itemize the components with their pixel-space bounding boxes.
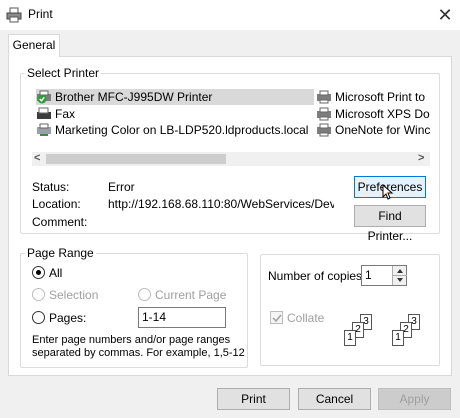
location-label: Location: [32,197,81,211]
copies-spinner[interactable] [392,266,407,285]
printer-name: OneNote for Winc [335,123,430,137]
radio-current-page-label: Current Page [155,288,227,302]
find-printer-button[interactable]: Find Printer... [354,205,426,243]
number-of-copies-label: Number of copies: [268,269,366,283]
printer-icon [316,107,332,121]
printer-item-brother[interactable]: Brother MFC-J995DW Printer [36,89,314,105]
printer-name: Microsoft Print to [335,90,426,104]
location-value: http://192.168.68.110:80/WebServices/Dev… [108,197,334,211]
checkmark-icon [272,314,282,323]
select-printer-legend: Select Printer [27,66,100,80]
network-printer-icon [36,123,52,137]
radio-all-label: All [49,266,63,280]
collate-illustration-set1: 3 2 1 [336,314,382,350]
radio-current-page [138,288,151,301]
page-range-legend: Page Range [27,246,94,260]
apply-button: Apply [378,388,451,410]
collate-label: Collate [287,311,325,325]
fax-icon [36,107,52,121]
close-icon: ✕ [437,5,453,25]
printer-name: Microsoft XPS Doc [335,107,430,121]
title-bar [0,0,460,30]
printer-item-microsoft-xps[interactable]: Microsoft XPS Doc [316,106,430,122]
printer-list-scrollbar[interactable]: < > [32,152,430,166]
window-title: Print [28,7,53,21]
radio-all-dot [36,270,41,275]
printer-item-fax[interactable]: Fax [36,106,75,122]
printer-icon [36,90,52,104]
comment-label: Comment: [32,215,88,229]
collate-checkbox[interactable] [270,311,283,324]
scroll-right-arrow[interactable]: > [418,152,424,164]
tab-general[interactable]: General [8,34,60,57]
printer-item-microsoft-print-to-pdf[interactable]: Microsoft Print to [316,89,430,105]
scrollbar-thumb[interactable] [46,154,226,164]
pages-help-line2: separated by commas. For example, 1,5-12 [32,347,245,359]
radio-selection [32,288,45,301]
status-value: Error [108,180,135,194]
status-label: Status: [32,180,70,194]
printer-icon [316,123,332,137]
collate-illustration-set2: 3 2 1 [384,314,430,350]
printer-name: Brother MFC-J995DW Printer [55,90,213,104]
printer-name: Fax [55,107,76,121]
spinner-arrows-icon [393,269,407,282]
cancel-button[interactable]: Cancel [298,388,371,410]
scroll-left-arrow[interactable]: < [34,152,40,164]
radio-all[interactable] [32,266,45,279]
radio-pages[interactable] [32,311,45,324]
pages-help-line1: Enter page numbers and/or page ranges [32,334,231,346]
close-button[interactable]: ✕ [432,2,458,28]
copies-value: 1 [365,268,372,282]
mouse-cursor-icon [382,184,394,200]
printer-item-onenote[interactable]: OneNote for Winc [316,122,430,138]
printer-icon [6,7,22,23]
pages-input[interactable]: 1-14 [138,307,226,328]
print-button[interactable]: Print [217,388,290,410]
printer-name: Marketing Color on LB-LDP520.ldproducts.… [55,123,309,137]
radio-pages-label: Pages: [49,311,87,325]
printer-icon [316,90,332,104]
radio-selection-label: Selection [49,288,99,302]
printer-item-marketing-color[interactable]: Marketing Color on LB-LDP520.ldproducts.… [36,122,308,138]
